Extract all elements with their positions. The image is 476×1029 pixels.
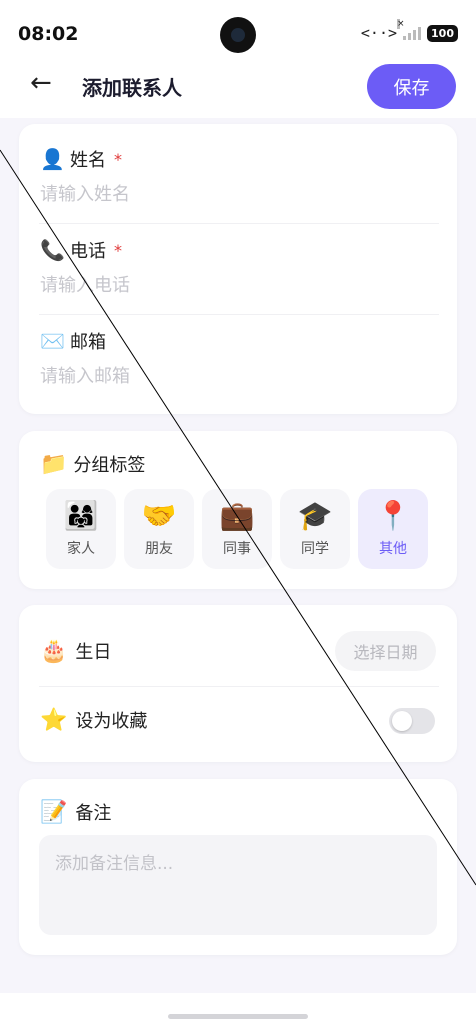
required-mark: * [114, 149, 122, 169]
favorite-toggle[interactable] [389, 708, 435, 734]
divider [39, 223, 439, 224]
notes-textarea[interactable] [39, 835, 437, 935]
tag-label: 其他 [379, 541, 407, 557]
notes-label: 备注 [75, 803, 112, 824]
status-time: 08:02 [18, 23, 79, 45]
name-field: 👤 姓名 * [40, 146, 440, 205]
phone-icon: 📞 [40, 238, 65, 262]
birthday-row: 🎂 生日 [40, 638, 111, 664]
notes-label-row: 📝 备注 [40, 799, 111, 825]
briefcase-icon: 💼 [219, 499, 255, 532]
tag-friends[interactable]: 🤝 朋友 [124, 489, 194, 569]
tag-family[interactable]: 👨‍👩‍👧 家人 [46, 489, 116, 569]
phone-label-text: 电话 [70, 241, 106, 262]
phone-input[interactable] [40, 275, 440, 296]
home-indicator[interactable] [168, 1014, 308, 1019]
data-transfer-icon: <··> [360, 24, 398, 42]
divider [39, 686, 439, 687]
page-title: 添加联系人 [82, 76, 182, 100]
memo-icon: 📝 [40, 799, 68, 825]
tag-label: 同学 [301, 541, 329, 557]
tag-label: 朋友 [145, 541, 173, 557]
contact-info-card: 👤 姓名 * 📞 电话 * ✉️ 邮箱 [19, 124, 457, 414]
status-icons: <··> × 100 [360, 19, 458, 42]
email-field: ✉️ 邮箱 [40, 328, 440, 387]
bottom-bar [0, 993, 476, 1029]
notes-card: 📝 备注 [19, 779, 457, 955]
email-label: ✉️ 邮箱 [40, 328, 106, 354]
email-label-text: 邮箱 [70, 332, 106, 353]
signal-icon: × [397, 19, 422, 40]
name-input[interactable] [40, 184, 440, 205]
save-button[interactable]: 保存 [367, 64, 456, 109]
group-title-text: 分组标签 [73, 455, 146, 476]
folder-icon: 📁 [40, 451, 68, 477]
phone-label: 📞 电话 * [40, 237, 122, 263]
person-icon: 👤 [40, 147, 65, 171]
cake-icon: 🎂 [40, 638, 68, 664]
name-label-text: 姓名 [70, 150, 106, 171]
no-service-mark: × [397, 19, 405, 29]
phone-field: 📞 电话 * [40, 237, 440, 296]
camera-cutout [220, 17, 256, 53]
back-arrow-icon[interactable]: ← [30, 68, 52, 98]
handshake-icon: 🤝 [141, 499, 177, 532]
tag-list: 👨‍👩‍👧 家人 🤝 朋友 💼 同事 🎓 同学 📍 其他 [46, 489, 428, 569]
select-date-button[interactable]: 选择日期 [335, 631, 436, 671]
birthday-label: 生日 [75, 642, 112, 663]
divider [39, 314, 439, 315]
group-tags-card: 📁 分组标签 👨‍👩‍👧 家人 🤝 朋友 💼 同事 🎓 同学 📍 其他 [19, 431, 457, 589]
group-title: 📁 分组标签 [40, 451, 145, 477]
app-header: ← 添加联系人 保存 [0, 56, 476, 118]
tag-classmates[interactable]: 🎓 同学 [280, 489, 350, 569]
star-icon: ⭐ [40, 707, 68, 733]
favorite-row: ⭐ 设为收藏 [40, 707, 147, 733]
tag-colleagues[interactable]: 💼 同事 [202, 489, 272, 569]
email-input[interactable] [40, 366, 440, 387]
envelope-icon: ✉️ [40, 329, 65, 353]
tag-label: 同事 [223, 541, 251, 557]
graduation-cap-icon: 🎓 [297, 499, 333, 532]
extra-settings-card: 🎂 生日 选择日期 ⭐ 设为收藏 [19, 605, 457, 762]
pushpin-icon: 📍 [375, 499, 411, 532]
family-icon: 👨‍👩‍👧 [63, 499, 99, 532]
tag-other[interactable]: 📍 其他 [358, 489, 428, 569]
name-label: 👤 姓名 * [40, 146, 122, 172]
tag-label: 家人 [67, 541, 95, 557]
favorite-label: 设为收藏 [75, 711, 148, 732]
battery-icon: 100 [427, 24, 458, 42]
required-mark: * [114, 240, 122, 260]
